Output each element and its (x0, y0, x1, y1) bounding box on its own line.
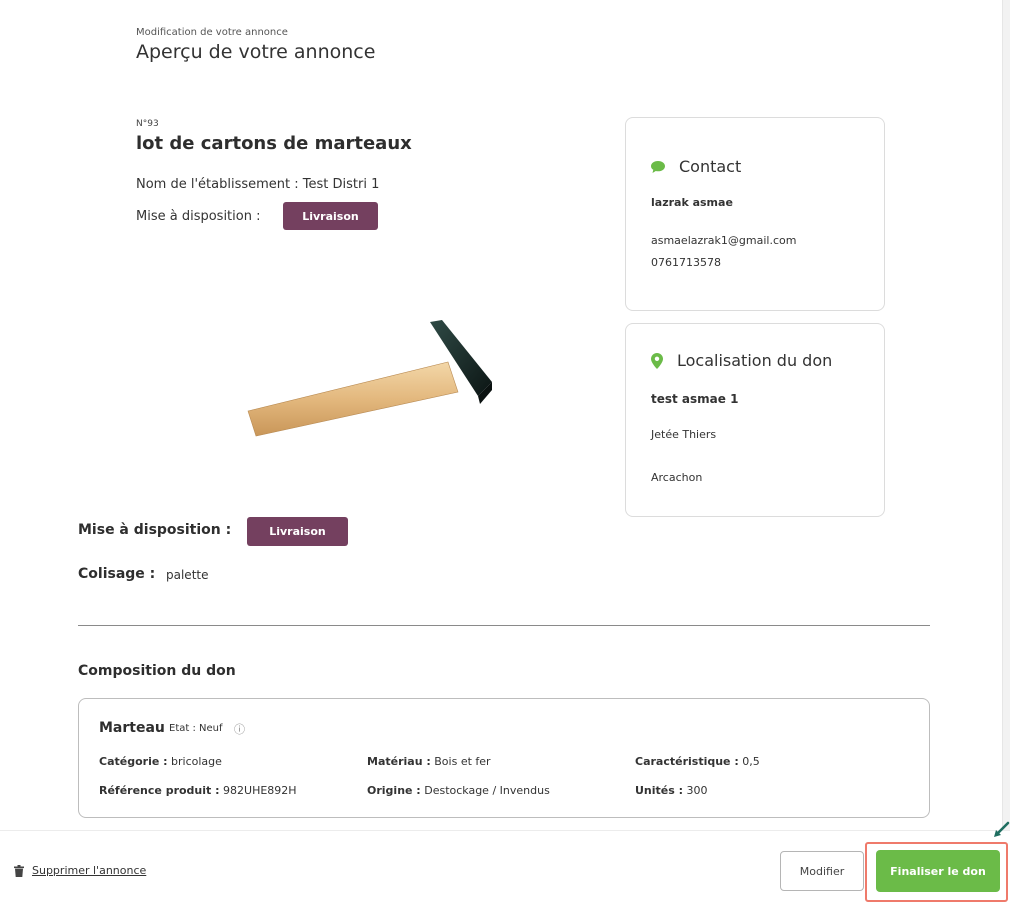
item-category: Catégorie : bricolage (99, 755, 222, 768)
location-card: Localisation du don test asmae 1 Jetée T… (625, 323, 885, 517)
composition-title: Composition du don (78, 663, 236, 679)
item-origin-value: Destockage / Invendus (424, 784, 550, 797)
item-reference-value: 982UHE892H (223, 784, 297, 797)
delete-listing-link[interactable]: Supprimer l'annonce (14, 864, 146, 877)
trash-icon (14, 864, 24, 877)
availability-badge-top: Livraison (283, 202, 378, 230)
contact-email[interactable]: asmaelazrak1@gmail.com (651, 234, 796, 247)
availability-badge: Livraison (247, 517, 348, 546)
item-material-value: Bois et fer (434, 755, 491, 768)
item-characteristic-value: 0,5 (742, 755, 760, 768)
pointer-arrow-icon (994, 821, 1010, 837)
page-eyebrow: Modification de votre annonce (136, 27, 288, 38)
contact-phone[interactable]: 0761713578 (651, 256, 721, 269)
item-category-label: Catégorie : (99, 755, 168, 768)
contact-heading-text: Contact (679, 157, 742, 176)
item-origin-label: Origine : (367, 784, 421, 797)
location-name: test asmae 1 (651, 392, 739, 406)
location-city: Arcachon (651, 471, 703, 484)
map-pin-icon (651, 352, 663, 369)
item-state: Etat : Neuf (169, 723, 223, 734)
listing-number: N°93 (136, 119, 159, 129)
section-divider (78, 625, 930, 626)
establishment-label: Nom de l'établissement : (136, 177, 299, 192)
item-origin: Origine : Destockage / Invendus (367, 784, 550, 797)
packaging-value: palette (166, 568, 209, 582)
item-characteristic: Caractéristique : 0,5 (635, 755, 760, 768)
delete-listing-label[interactable]: Supprimer l'annonce (32, 864, 146, 877)
contact-card: Contact lazrak asmae asmaelazrak1@gmail.… (625, 117, 885, 311)
contact-heading: Contact (651, 157, 741, 176)
availability-label: Mise à disposition : (78, 522, 232, 538)
item-material: Matériau : Bois et fer (367, 755, 491, 768)
chat-bubble-icon (651, 160, 665, 173)
bottom-action-bar: Supprimer l'annonce Modifier Finaliser l… (0, 821, 1010, 904)
composition-item-card: Marteau Etat : Neuf ⓘ Catégorie : bricol… (78, 698, 930, 818)
item-reference: Référence produit : 982UHE892H (99, 784, 297, 797)
info-icon[interactable]: ⓘ (234, 721, 245, 737)
contact-name: lazrak asmae (651, 196, 733, 209)
establishment-value: Test Distri 1 (302, 177, 380, 192)
listing-title: lot de cartons de marteaux (136, 133, 412, 154)
item-units-value: 300 (686, 784, 708, 797)
location-heading-text: Localisation du don (677, 351, 833, 370)
item-material-label: Matériau : (367, 755, 431, 768)
item-category-value: bricolage (171, 755, 222, 768)
item-units: Unités : 300 (635, 784, 708, 797)
item-name: Marteau (99, 720, 165, 736)
product-image-hammer (247, 320, 492, 437)
scrollbar[interactable] (1002, 0, 1010, 830)
location-heading: Localisation du don (651, 351, 832, 370)
packaging-label: Colisage : (78, 566, 156, 582)
item-reference-label: Référence produit : (99, 784, 220, 797)
item-units-label: Unités : (635, 784, 684, 797)
modify-button[interactable]: Modifier (780, 851, 864, 891)
establishment-row: Nom de l'établissement : Test Distri 1 (136, 177, 379, 192)
item-characteristic-label: Caractéristique : (635, 755, 739, 768)
finalize-button[interactable]: Finaliser le don (876, 850, 1000, 892)
location-street: Jetée Thiers (651, 428, 717, 441)
page-title: Aperçu de votre annonce (136, 41, 376, 63)
availability-label-top: Mise à disposition : (136, 209, 261, 224)
